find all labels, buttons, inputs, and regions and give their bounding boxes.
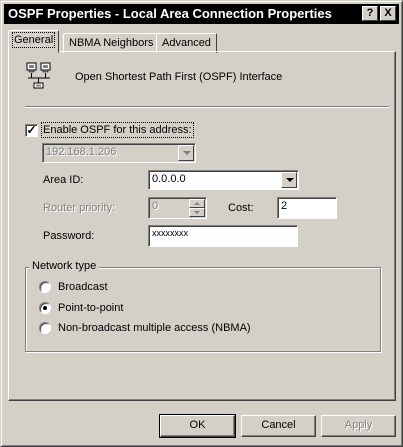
router-priority-label: Router priority: bbox=[43, 202, 116, 214]
address-dropdown-button[interactable] bbox=[178, 145, 194, 161]
separator bbox=[25, 106, 389, 108]
cancel-button[interactable]: Cancel bbox=[241, 415, 316, 437]
cost-input[interactable]: 2 bbox=[277, 197, 337, 219]
tab-general[interactable]: General bbox=[8, 30, 60, 53]
arrow-up-icon bbox=[194, 202, 200, 205]
tab-nbma-neighbors[interactable]: NBMA Neighbors bbox=[63, 33, 160, 53]
apply-button[interactable]: Apply bbox=[321, 415, 396, 437]
address-dropdown[interactable]: 192.168.1.206 bbox=[42, 143, 196, 163]
password-value: xxxxxxxx bbox=[152, 228, 188, 238]
password-label: Password: bbox=[43, 230, 95, 242]
network-computers-icon bbox=[26, 62, 52, 90]
radio-selected-dot bbox=[43, 306, 47, 310]
radio-point-to-point-label[interactable]: Point-to-point bbox=[58, 302, 123, 314]
cost-label: Cost: bbox=[228, 202, 254, 214]
window-title: OSPF Properties - Local Area Connection … bbox=[8, 6, 332, 21]
password-input[interactable]: xxxxxxxx bbox=[148, 225, 298, 247]
tab-advanced[interactable]: Advanced bbox=[156, 33, 217, 53]
network-type-title: Network type bbox=[29, 260, 100, 272]
router-priority-spinner[interactable]: 0 bbox=[148, 197, 207, 219]
radio-point-to-point[interactable] bbox=[39, 302, 51, 314]
enable-ospf-checkbox[interactable]: ✓ bbox=[25, 124, 38, 137]
area-id-value: 0.0.0.0 bbox=[152, 173, 186, 185]
area-id-label: Area ID: bbox=[43, 174, 84, 186]
checkmark-icon: ✓ bbox=[26, 123, 37, 137]
spin-down-button[interactable] bbox=[189, 208, 205, 217]
arrow-down-icon bbox=[194, 211, 200, 214]
radio-broadcast-label[interactable]: Broadcast bbox=[58, 281, 108, 293]
title-bar[interactable]: OSPF Properties - Local Area Connection … bbox=[4, 4, 399, 24]
radio-broadcast[interactable] bbox=[39, 281, 51, 293]
radio-nbma[interactable] bbox=[39, 322, 51, 334]
chevron-down-icon bbox=[183, 151, 191, 155]
address-value: 192.168.1.206 bbox=[46, 146, 117, 158]
ospf-properties-dialog: OSPF Properties - Local Area Connection … bbox=[0, 0, 403, 447]
ok-button[interactable]: OK bbox=[159, 414, 236, 438]
area-id-dropdown-button[interactable] bbox=[281, 172, 297, 188]
area-id-dropdown[interactable]: 0.0.0.0 bbox=[148, 170, 299, 190]
spin-buttons bbox=[189, 199, 205, 217]
router-priority-value: 0 bbox=[152, 200, 159, 212]
spin-up-button[interactable] bbox=[189, 199, 205, 208]
help-button[interactable]: ? bbox=[362, 6, 378, 21]
radio-nbma-label[interactable]: Non-broadcast multiple access (NBMA) bbox=[58, 322, 251, 334]
cost-value: 2 bbox=[281, 200, 288, 212]
enable-ospf-label[interactable]: Enable OSPF for this address: bbox=[41, 122, 194, 138]
close-button[interactable]: X bbox=[380, 6, 396, 21]
chevron-down-icon bbox=[286, 178, 294, 182]
interface-title: Open Shortest Path First (OSPF) Interfac… bbox=[75, 71, 283, 83]
general-tab-panel: Open Shortest Path First (OSPF) Interfac… bbox=[8, 51, 396, 401]
